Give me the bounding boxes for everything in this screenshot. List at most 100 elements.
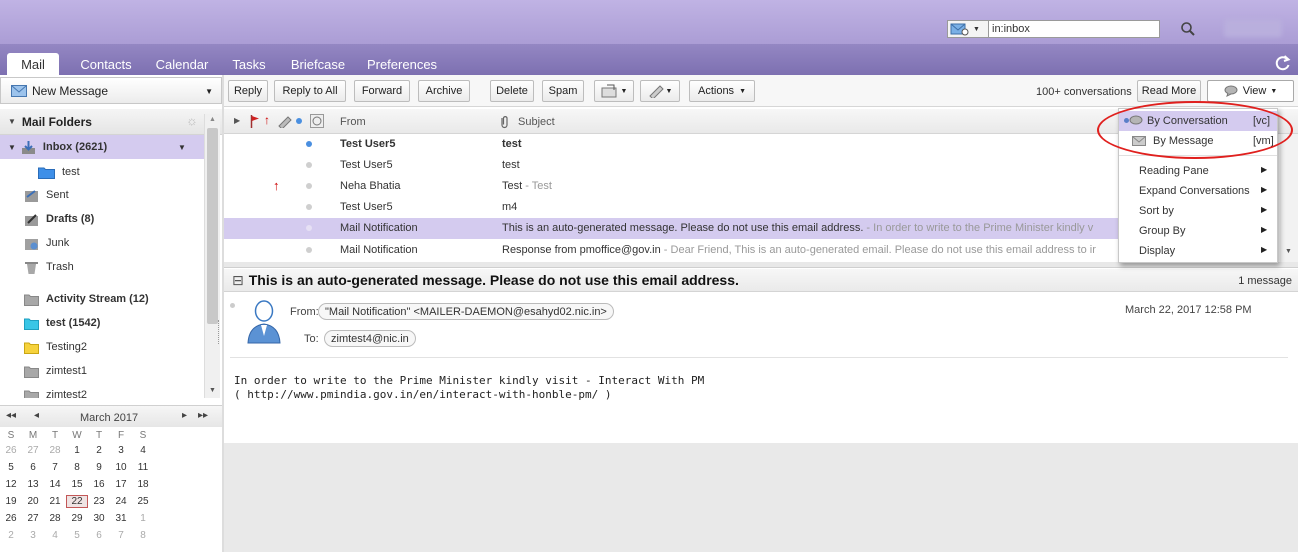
- tab-contacts[interactable]: Contacts: [72, 54, 140, 75]
- calendar-day[interactable]: 19: [0, 495, 22, 508]
- forward-button[interactable]: Forward: [354, 80, 410, 102]
- calendar-day[interactable]: 31: [110, 512, 132, 525]
- calendar-day[interactable]: 11: [132, 461, 154, 474]
- calendar-day[interactable]: 5: [66, 529, 88, 542]
- message-row[interactable]: ↑ Neha Bhatia Test - Test: [224, 176, 1118, 197]
- calendar-day[interactable]: 21: [44, 495, 66, 508]
- status-column-icon[interactable]: [296, 118, 302, 124]
- read-dot-icon[interactable]: [306, 162, 312, 168]
- calendar-day[interactable]: 5: [0, 461, 22, 474]
- calendar-day[interactable]: 12: [0, 478, 22, 491]
- tab-preferences[interactable]: Preferences: [362, 54, 442, 75]
- spam-button[interactable]: Spam: [542, 80, 584, 102]
- read-dot-icon[interactable]: [306, 183, 312, 189]
- move-folder-button[interactable]: ▼: [594, 80, 634, 102]
- read-dot-icon[interactable]: [230, 303, 235, 308]
- calendar-day[interactable]: 20: [22, 495, 44, 508]
- calendar-day[interactable]: 26: [0, 444, 22, 457]
- calendar-day[interactable]: 30: [88, 512, 110, 525]
- calendar-day[interactable]: 1: [132, 512, 154, 525]
- to-address-bubble[interactable]: zimtest4@nic.in: [324, 330, 416, 347]
- attachment-column-icon[interactable]: [498, 115, 510, 129]
- calendar-day[interactable]: 2: [88, 444, 110, 457]
- folder-testing2[interactable]: Testing2: [0, 335, 204, 359]
- folder-test-1542[interactable]: test (1542): [0, 311, 204, 335]
- calendar-day[interactable]: 4: [132, 444, 154, 457]
- read-dot-icon[interactable]: [306, 247, 312, 253]
- message-row[interactable]: Mail Notification Response from pmoffice…: [224, 240, 1118, 261]
- calendar-day[interactable]: 1: [66, 444, 88, 457]
- reply-button[interactable]: Reply: [228, 80, 268, 102]
- calendar-month-title[interactable]: March 2017: [80, 412, 138, 424]
- conversation-title[interactable]: ⊟ This is an auto-generated message. Plea…: [232, 272, 739, 289]
- menu-item-sort-by[interactable]: Sort by ▶: [1119, 201, 1277, 221]
- menu-item-reading-pane[interactable]: Reading Pane ▶: [1119, 161, 1277, 181]
- calendar-day[interactable]: 25: [132, 495, 154, 508]
- next-month-icon[interactable]: ▸: [182, 410, 187, 421]
- column-from[interactable]: From: [340, 116, 366, 128]
- calendar-day[interactable]: 28: [44, 512, 66, 525]
- read-more-button[interactable]: Read More: [1137, 80, 1201, 102]
- prev-month-icon[interactable]: ◂: [34, 410, 39, 421]
- menu-item-group-by[interactable]: Group By ▶: [1119, 221, 1277, 241]
- calendar-day[interactable]: 7: [44, 461, 66, 474]
- reply-all-button[interactable]: Reply to All: [274, 80, 346, 102]
- folder-test[interactable]: test: [0, 160, 204, 184]
- prev-year-icon[interactable]: ◂◂: [6, 410, 16, 421]
- search-input[interactable]: [989, 20, 1160, 38]
- archive-button[interactable]: Archive: [418, 80, 470, 102]
- calendar-day[interactable]: 8: [66, 461, 88, 474]
- search-type-dropdown[interactable]: ▼: [947, 20, 989, 38]
- calendar-day[interactable]: 28: [44, 444, 66, 457]
- calendar-day[interactable]: 9: [88, 461, 110, 474]
- tag-button[interactable]: ▼: [640, 80, 680, 102]
- folder-zimtest2[interactable]: zimtest2: [0, 383, 204, 398]
- gear-icon[interactable]: ☼: [186, 113, 198, 128]
- calendar-day[interactable]: 18: [132, 478, 154, 491]
- new-message-button[interactable]: New Message ▼: [0, 77, 222, 104]
- chevron-down-icon[interactable]: ▼: [178, 143, 186, 152]
- calendar-day[interactable]: 23: [88, 495, 110, 508]
- message-row[interactable]: Test User5 m4: [224, 197, 1118, 218]
- menu-item-expand-conversations[interactable]: Expand Conversations ▶: [1119, 181, 1277, 201]
- calendar-day[interactable]: 26: [0, 512, 22, 525]
- calendar-day[interactable]: 27: [22, 444, 44, 457]
- scroll-down-icon[interactable]: ▼: [209, 387, 216, 394]
- user-name-blurred[interactable]: [1224, 19, 1282, 37]
- column-subject[interactable]: Subject: [518, 116, 555, 128]
- folder-drafts[interactable]: Drafts (8): [0, 207, 204, 231]
- calendar-day[interactable]: 14: [44, 478, 66, 491]
- delete-button[interactable]: Delete: [490, 80, 534, 102]
- search-icon[interactable]: [1180, 21, 1196, 37]
- calendar-day[interactable]: 17: [110, 478, 132, 491]
- calendar-day[interactable]: 3: [110, 444, 132, 457]
- folder-junk[interactable]: Junk: [0, 231, 204, 255]
- chevron-down-icon[interactable]: ▼: [205, 87, 213, 96]
- calendar-day[interactable]: 27: [22, 512, 44, 525]
- calendar-day[interactable]: 10: [110, 461, 132, 474]
- unread-dot-icon[interactable]: [306, 141, 312, 147]
- menu-item-display[interactable]: Display ▶: [1119, 241, 1277, 261]
- calendar-day-today[interactable]: 22: [66, 495, 88, 508]
- calendar-day[interactable]: 2: [0, 529, 22, 542]
- folder-activity-stream[interactable]: Activity Stream (12): [0, 287, 204, 311]
- collapse-box-icon[interactable]: ⊟: [232, 272, 244, 288]
- tag-column-icon[interactable]: [278, 115, 292, 128]
- message-row-selected[interactable]: Mail Notification This is an auto-genera…: [224, 218, 1118, 239]
- mail-folders-header[interactable]: ▼ Mail Folders ☼: [0, 109, 222, 135]
- calendar-day[interactable]: 6: [88, 529, 110, 542]
- folder-zimtest1[interactable]: zimtest1: [0, 359, 204, 383]
- folder-sent[interactable]: Sent: [0, 183, 204, 207]
- from-address-bubble[interactable]: "Mail Notification" <MAILER-DAEMON@esahy…: [318, 303, 614, 320]
- folder-scrollbar[interactable]: ▲ ▼: [204, 114, 220, 398]
- calendar-day[interactable]: 15: [66, 478, 88, 491]
- expand-triangle-icon[interactable]: ▼: [8, 143, 16, 152]
- message-list-scrollbar[interactable]: ▼: [1280, 134, 1298, 262]
- scroll-up-icon[interactable]: ▲: [209, 116, 216, 123]
- calendar-day[interactable]: 16: [88, 478, 110, 491]
- calendar-day[interactable]: 24: [110, 495, 132, 508]
- priority-column-icon[interactable]: ↑: [264, 113, 270, 127]
- read-dot-icon[interactable]: [306, 204, 312, 210]
- next-year-icon[interactable]: ▸▸: [198, 410, 208, 421]
- calendar-day[interactable]: 13: [22, 478, 44, 491]
